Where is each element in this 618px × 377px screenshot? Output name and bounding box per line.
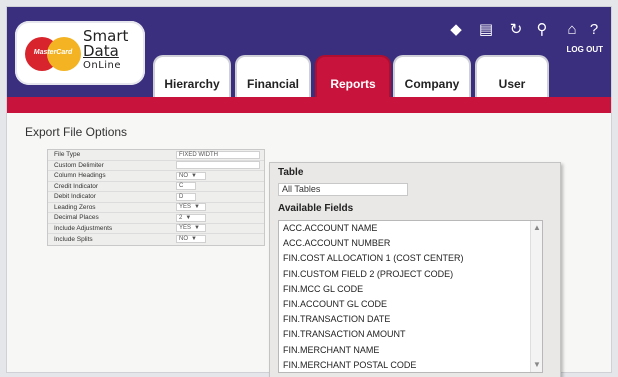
- help-icon[interactable]: ?: [585, 21, 603, 39]
- logout-link[interactable]: LOG OUT: [567, 45, 603, 54]
- custom-delimiter-input[interactable]: [176, 161, 260, 170]
- credit-indicator-input[interactable]: C: [176, 182, 196, 191]
- option-label: File Type: [54, 151, 81, 159]
- scroll-down-icon[interactable]: ▼: [532, 360, 542, 370]
- option-row-decimal-places: Decimal Places 2 ▼: [48, 213, 264, 224]
- header-accent-bar: [7, 97, 611, 113]
- brand-line-3: OnLine: [83, 60, 122, 71]
- available-fields-heading: Available Fields: [278, 203, 354, 214]
- tab-reports[interactable]: Reports: [315, 55, 391, 99]
- include-splits-select[interactable]: NO ▼: [176, 235, 206, 244]
- list-item[interactable]: FIN.MERCHANT NAME: [279, 343, 542, 358]
- tab-company[interactable]: Company: [393, 55, 471, 99]
- list-item[interactable]: FIN.MERCHANT POSTAL CODE: [279, 358, 542, 372]
- option-row-debit-indicator: Debit Indicator D: [48, 192, 264, 203]
- option-row-custom-delimiter: Custom Delimiter: [48, 161, 264, 171]
- chevron-down-icon: ▼: [194, 225, 200, 232]
- brand-name: Smart Data OnLine: [83, 29, 143, 73]
- option-row-leading-zeros: Leading Zeros YES ▼: [48, 203, 264, 213]
- refresh-icon[interactable]: ↻: [507, 21, 525, 39]
- chevron-down-icon: ▼: [191, 172, 197, 179]
- option-label: Credit Indicator: [54, 182, 99, 190]
- option-value: D: [179, 193, 184, 200]
- chevron-down-icon: ▼: [194, 204, 200, 211]
- option-value: C: [179, 183, 184, 190]
- option-label: Include Adjustments: [54, 224, 113, 232]
- list-item[interactable]: ACC.ACCOUNT NUMBER: [279, 236, 542, 251]
- table-select[interactable]: All Tables: [278, 183, 408, 196]
- option-row-credit-indicator: Credit Indicator C: [48, 182, 264, 192]
- option-label: Include Splits: [54, 235, 93, 243]
- option-value: YES: [179, 225, 192, 232]
- list-item[interactable]: FIN.TRANSACTION DATE: [279, 312, 542, 327]
- logo[interactable]: MasterCard Smart Data OnLine: [15, 21, 145, 85]
- tab-user[interactable]: User: [475, 55, 549, 99]
- scroll-up-icon[interactable]: ▲: [532, 223, 542, 233]
- list-scrollbar[interactable]: ▲ ▼: [530, 221, 542, 372]
- mastercard-logo: MasterCard: [25, 37, 81, 71]
- include-adjustments-select[interactable]: YES ▼: [176, 224, 206, 233]
- option-row-column-headings: Column Headings NO ▼: [48, 171, 264, 182]
- column-headings-select[interactable]: NO ▼: [176, 171, 206, 180]
- mastercard-logo-text: MasterCard: [33, 49, 73, 56]
- option-label: Decimal Places: [54, 214, 99, 222]
- file-type-select[interactable]: FIXED WIDTH: [176, 150, 260, 159]
- tab-financial[interactable]: Financial: [235, 55, 311, 99]
- leading-zeros-select[interactable]: YES ▼: [176, 203, 206, 212]
- option-value: NO: [179, 172, 188, 179]
- available-fields-list[interactable]: ACC.ACCOUNT NAME ACC.ACCOUNT NUMBER FIN.…: [278, 220, 543, 373]
- list-item[interactable]: FIN.ACCOUNT GL CODE: [279, 297, 542, 312]
- export-options-form: File Type FIXED WIDTH Custom Delimiter C…: [47, 149, 265, 246]
- option-row-file-type: File Type FIXED WIDTH: [48, 150, 264, 161]
- option-value: NO: [179, 236, 188, 243]
- option-label: Leading Zeros: [54, 203, 96, 211]
- option-value: FIXED WIDTH: [179, 151, 218, 158]
- chevron-down-icon: ▼: [191, 236, 197, 243]
- list-item[interactable]: FIN.COST ALLOCATION 1 (COST CENTER): [279, 251, 542, 266]
- header-bar: MasterCard Smart Data OnLine Hierarchy F…: [7, 7, 611, 107]
- list-item[interactable]: ACC.ACCOUNT NAME: [279, 221, 542, 236]
- list-item[interactable]: FIN.MCC GL CODE: [279, 282, 542, 297]
- option-label: Custom Delimiter: [54, 161, 104, 169]
- option-value: YES: [179, 204, 192, 211]
- chevron-down-icon: ▼: [185, 214, 192, 221]
- option-value: 2: [179, 214, 183, 221]
- home-icon[interactable]: ⌂: [563, 21, 581, 39]
- field-selector-panel: Table All Tables Available Fields ACC.AC…: [269, 162, 561, 377]
- search-icon[interactable]: ⚲: [533, 21, 551, 39]
- option-row-include-splits: Include Splits NO ▼: [48, 234, 264, 245]
- tab-hierarchy[interactable]: Hierarchy: [153, 55, 231, 99]
- option-label: Column Headings: [54, 172, 106, 180]
- table-heading: Table: [278, 167, 304, 178]
- debit-indicator-input[interactable]: D: [176, 192, 196, 201]
- back-icon[interactable]: ◆: [447, 21, 465, 39]
- brand-line-2: Data: [83, 42, 119, 60]
- page-title: Export File Options: [25, 125, 128, 139]
- option-label: Debit Indicator: [54, 193, 96, 201]
- decimal-places-select[interactable]: 2 ▼: [176, 213, 206, 222]
- print-icon[interactable]: ▤: [477, 21, 495, 39]
- option-row-include-adjustments: Include Adjustments YES ▼: [48, 224, 264, 234]
- app-frame: MasterCard Smart Data OnLine Hierarchy F…: [6, 6, 612, 377]
- list-item[interactable]: FIN.CUSTOM FIELD 2 (PROJECT CODE): [279, 267, 542, 282]
- list-item[interactable]: FIN.TRANSACTION AMOUNT: [279, 327, 542, 342]
